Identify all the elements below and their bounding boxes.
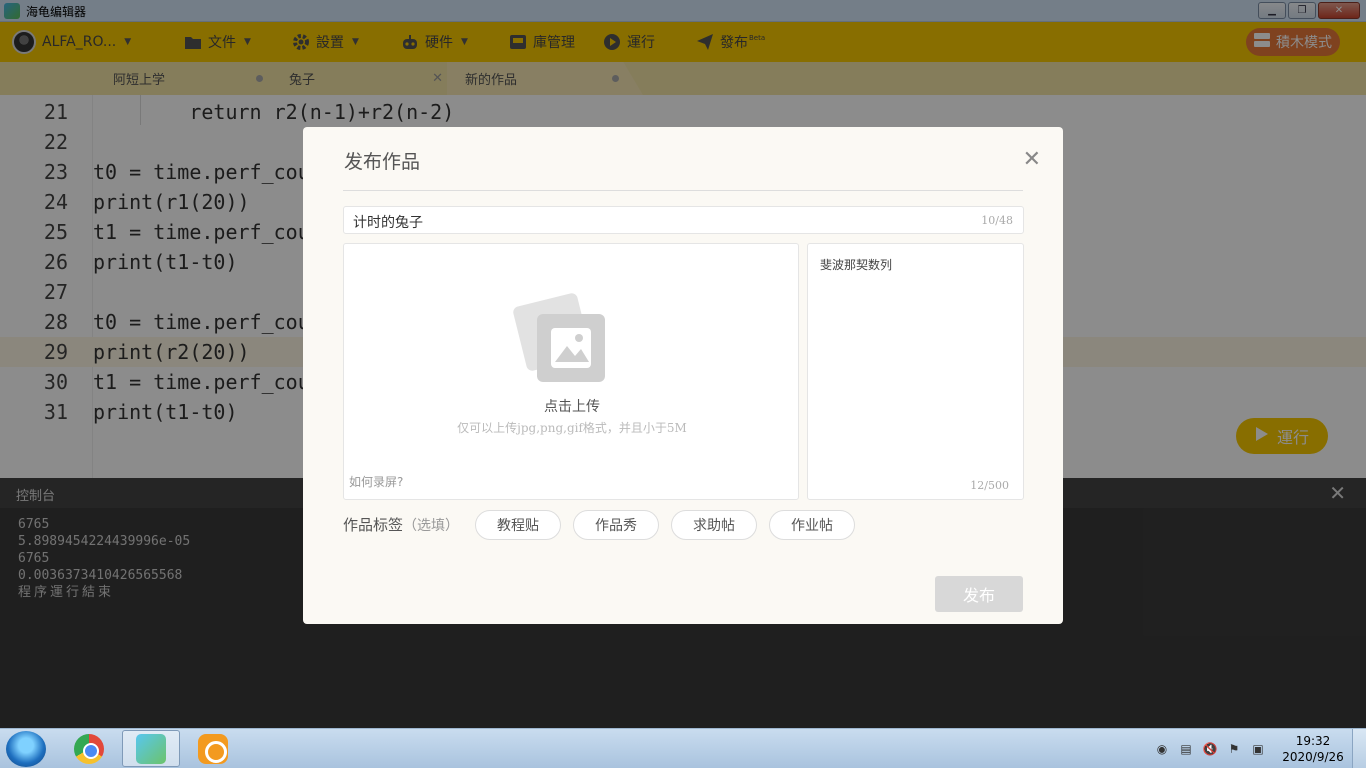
start-button[interactable] [6, 731, 46, 767]
turtle-editor-icon [136, 733, 166, 764]
network-icon[interactable]: ▣ [1250, 741, 1266, 757]
app-icon [198, 733, 228, 764]
work-name-input[interactable]: 计时的兔子 10/48 [343, 206, 1024, 234]
volume-muted-icon[interactable]: 🔇 [1202, 741, 1218, 757]
close-icon[interactable]: ✕ [1023, 147, 1041, 172]
how-to-record-link[interactable]: 如何录屏? [349, 473, 403, 490]
description-value: 斐波那契数列 [820, 258, 893, 272]
upload-hint: 仅可以上传jpg,png,gif格式，并且小于5M [457, 421, 687, 435]
work-name-value: 计时的兔子 [353, 215, 423, 231]
description-textarea[interactable]: 斐波那契数列 12/500 [807, 243, 1024, 500]
tags-label: 作品标签（选填） [343, 514, 459, 535]
flag-icon[interactable]: ⚑ [1226, 741, 1242, 757]
description-char-count: 12/500 [970, 479, 1009, 492]
tray-app-icon[interactable]: ◉ [1154, 741, 1170, 757]
show-desktop-button[interactable] [1352, 729, 1366, 768]
tag-homework[interactable]: 作业帖 [769, 510, 855, 540]
tray-device-icon[interactable]: ▤ [1178, 741, 1194, 757]
taskbar-app[interactable] [184, 730, 242, 767]
cover-upload-area[interactable]: 点击上传 仅可以上传jpg,png,gif格式，并且小于5M 如何录屏? [343, 243, 799, 500]
tags-label-text: 作品标签 [343, 516, 404, 534]
clock[interactable]: 19:32 2020/9/26 [1278, 733, 1348, 765]
tag-showcase[interactable]: 作品秀 [573, 510, 659, 540]
taskbar-chrome[interactable] [60, 730, 118, 767]
tag-help[interactable]: 求助帖 [671, 510, 757, 540]
publish-button[interactable]: 发布 [935, 576, 1023, 612]
dialog-title: 发布作品 [344, 151, 421, 173]
taskbar-turtle-editor[interactable] [122, 730, 180, 767]
tag-tutorial[interactable]: 教程贴 [475, 510, 561, 540]
chrome-icon [74, 733, 104, 764]
clock-time: 19:32 [1295, 734, 1331, 748]
tags-optional-text: （选填） [403, 518, 460, 534]
clock-date: 2020/9/26 [1282, 750, 1344, 764]
divider [343, 190, 1023, 191]
windows-taskbar: ◉ ▤ 🔇 ⚑ ▣ 19:32 2020/9/26 [0, 728, 1366, 768]
publish-dialog: 发布作品 ✕ 计时的兔子 10/48 点击上传 仅可以上传jpg,png,gif… [303, 127, 1063, 624]
system-tray: ◉ ▤ 🔇 ⚑ ▣ [1154, 741, 1266, 757]
image-placeholder-icon [537, 314, 605, 382]
upload-title: 点击上传 [544, 399, 600, 415]
name-char-count: 10/48 [981, 214, 1013, 227]
